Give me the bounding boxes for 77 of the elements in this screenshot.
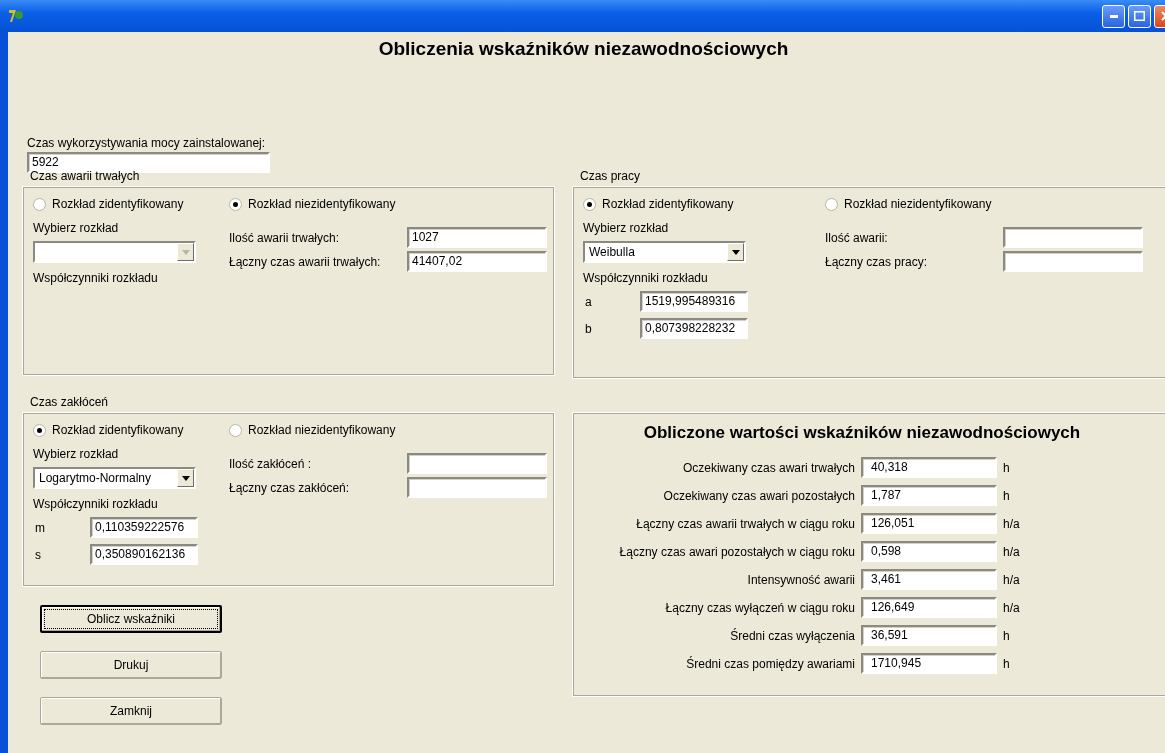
radio-label: Rozkład niezidentyfikowany (844, 197, 992, 211)
field-label: Łączny czas awarii trwałych: (229, 254, 382, 269)
field-label: Czas wykorzystywania mocy zainstalowanej: (26, 136, 267, 150)
radio-label: Rozkład zidentyfikowany (602, 197, 734, 211)
maximize-button[interactable] (1128, 4, 1151, 28)
unit-label: h/a (1003, 572, 1021, 587)
group-title: Czas zakłóceń (29, 395, 110, 411)
radio-button[interactable] (825, 197, 838, 211)
result-label: Średni czas wyłączenia (729, 628, 855, 643)
result-field: 3,461 (861, 569, 997, 590)
radio-label: Rozkład zidentyfikowany (52, 197, 184, 211)
result-label: Łączny czas wyłączeń w ciągu roku (664, 600, 855, 615)
field-label: Łączny czas zakłóceń: (229, 480, 351, 495)
app-icon (8, 8, 24, 24)
action-button[interactable]: Oblicz wskaźniki (40, 605, 222, 633)
unit-label: h/a (1003, 600, 1021, 615)
action-button[interactable]: Zamknij (40, 697, 222, 725)
radio-button[interactable] (583, 197, 596, 211)
radio-label: Rozkład zidentyfikowany (52, 423, 184, 437)
coefficient-label: a (585, 294, 593, 309)
unit-label: h (1003, 488, 1011, 503)
coefficient-label: s (35, 547, 42, 562)
result-label: Oczekiwany czas awari trwałych (681, 460, 855, 475)
result-field: 40,318 (861, 457, 997, 478)
result-field: 126,051 (861, 513, 997, 534)
radio-label: Rozkład niezidentyfikowany (248, 197, 396, 211)
field-label: Współczynniki rozkładu (583, 271, 709, 285)
input-field[interactable]: 41407,02 (407, 251, 547, 272)
field-label: Współczynniki rozkładu (33, 271, 159, 285)
field-label: Ilość awarii: (825, 230, 889, 245)
results-title: Obliczone wartości wskaźników niezawodnościowych (642, 422, 1082, 444)
input-field[interactable]: 0,110359222576 (90, 517, 198, 538)
dropdown[interactable]: Logarytmo-Normalny (33, 467, 196, 489)
input-field[interactable] (1003, 227, 1143, 248)
coefficient-label: m (35, 520, 46, 535)
dropdown[interactable]: Weibulla (583, 241, 746, 263)
input-field[interactable] (1003, 251, 1143, 272)
unit-label: h/a (1003, 516, 1021, 531)
result-label: Łączny czas awarii trwałych w ciągu roku (635, 516, 855, 531)
radio-button[interactable] (33, 423, 46, 437)
minimize-button[interactable] (1102, 4, 1125, 28)
radio-button[interactable] (229, 423, 242, 437)
radio-button[interactable] (33, 197, 46, 211)
field-label: Wybierz rozkład (33, 221, 120, 235)
field-label: Współczynniki rozkładu (33, 497, 159, 511)
unit-label: h (1003, 628, 1011, 643)
input-field[interactable]: 0,350890162136 (90, 544, 198, 565)
input-field[interactable] (407, 477, 547, 498)
input-field[interactable] (407, 453, 547, 474)
result-field: 1,787 (861, 485, 997, 506)
result-field: 126,649 (861, 597, 997, 618)
action-button[interactable]: Drukuj (40, 651, 222, 679)
input-field[interactable]: 1519,995489316 (640, 291, 748, 312)
page-heading: Obliczenia wskaźników niezawodnościowych (377, 38, 790, 60)
field-label: Ilość awarii trwałych: (229, 230, 341, 245)
field-label: Ilość zakłóceń : (229, 456, 313, 471)
coefficient-label: b (585, 321, 593, 336)
unit-label: h/a (1003, 544, 1021, 559)
field-label: Łączny czas pracy: (825, 254, 929, 269)
result-label: Średni czas pomiędzy awariami (685, 656, 855, 671)
field-label: Wybierz rozkład (583, 221, 670, 235)
maximize-icon (1134, 11, 1145, 21)
radio-label: Rozkład niezidentyfikowany (248, 423, 396, 437)
result-label: Łączny czas awari pozostałych w ciągu roku (618, 544, 855, 559)
input-field[interactable]: 1027 (407, 227, 547, 248)
radio-button[interactable] (229, 197, 242, 211)
unit-label: h (1003, 656, 1011, 671)
result-field: 36,591 (861, 625, 997, 646)
result-field: 0,598 (861, 541, 997, 562)
result-field: 1710,945 (861, 653, 997, 674)
minimize-icon (1109, 14, 1118, 18)
field-label: Wybierz rozkład (33, 447, 120, 461)
result-label: Oczekiwany czas awari pozostałych (662, 488, 855, 503)
result-label: Intensywność awarii (746, 572, 855, 587)
input-field[interactable]: 0,807398228232 (640, 318, 748, 339)
unit-label: h (1003, 460, 1011, 475)
group-title: Czas pracy (579, 169, 642, 185)
